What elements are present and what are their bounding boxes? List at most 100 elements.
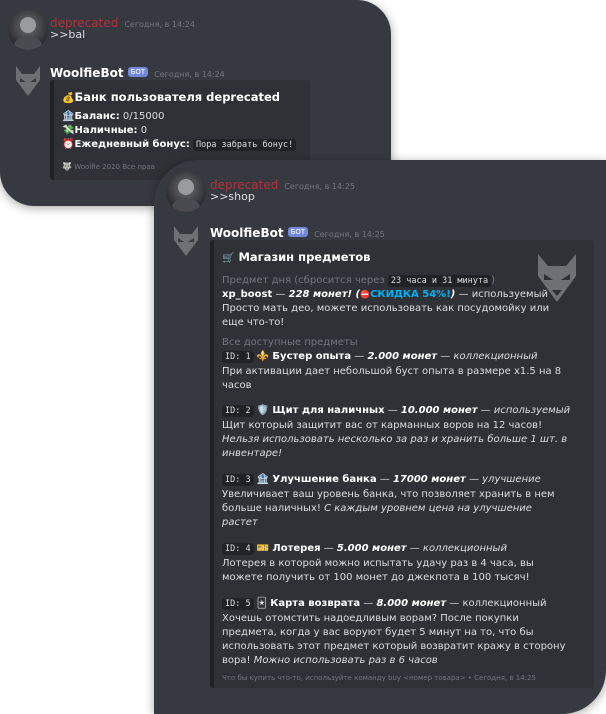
timestamp: Сегодня, в 14:25 (314, 230, 385, 239)
shop-item: ID: 1 ⚜️ Бустер опыта — 2.000 монет — ко… (222, 350, 537, 364)
item-id: ID: 1 (222, 351, 254, 363)
username[interactable]: WoolfieBot (210, 226, 284, 240)
user-avatar-icon (14, 17, 42, 50)
deal-timer: 23 часа и 31 минута (387, 275, 492, 287)
item-desc: Нельзя использовать несколько за раз и х… (222, 434, 568, 445)
cash-label: Наличные: (74, 125, 138, 136)
alarm-clock-icon: ⏰ (62, 139, 75, 150)
item-desc: часов (222, 380, 252, 391)
shop-item: ID: 3 🏦 Улучшение банка — 17000 монет — … (222, 473, 541, 487)
no-entry-icon: ⛔ (360, 290, 371, 299)
item-name: Лотерея (272, 543, 321, 554)
bonus-value: Пора забрать бонус! (192, 139, 297, 151)
shop-item: ID: 5 🃏 Карта возврата — 8.000 монет — к… (222, 597, 547, 611)
balance-line: 🏦Баланс: 0/15000 (62, 110, 164, 123)
shield-icon: 🛡️ (256, 405, 270, 416)
deal-header: Предмет дня (сбросится через 23 часа и 3… (222, 274, 495, 288)
item-desc: растет (222, 517, 258, 528)
deal-item: xp_boost (222, 289, 273, 300)
item-type: коллекционный (453, 351, 538, 362)
crown-icon: ⚜️ (256, 351, 270, 362)
item-desc-part: больше наличных! (222, 503, 321, 514)
cash-line: 💸Наличные: 0 (62, 124, 147, 137)
wolf-icon (16, 66, 40, 96)
item-type: улучшение (482, 474, 541, 485)
item-desc: можете получить от 100 монет до джекпота… (222, 572, 530, 583)
item-price: 2.000 монет (367, 351, 438, 362)
cash-value: 0 (140, 125, 148, 136)
item-price: 10.000 монет (400, 405, 478, 416)
embed-footer: 🐺 Woolfie 2020 Все прав (62, 162, 155, 172)
bonus-label: Ежедневный бонус: (74, 139, 190, 150)
user-avatar[interactable] (8, 10, 48, 50)
user-avatar[interactable] (166, 172, 206, 212)
deal-desc: еще что-то! (222, 317, 285, 328)
footer-text: Что бы купить что-то, используйте команд… (222, 674, 466, 682)
bot-avatar[interactable] (8, 60, 48, 100)
embed-title-text: Банк пользователя deprecated (74, 90, 281, 104)
item-type: коллекционный (462, 598, 547, 609)
shop-item: ID: 4 🎫 Лотерея — 5.000 монет — коллекци… (222, 542, 507, 556)
item-id: ID: 5 (222, 598, 254, 610)
deal-desc: Просто мать део, можете использовать как… (222, 303, 550, 314)
shop-item: ID: 2 🛡️ Щит для наличных — 10.000 монет… (222, 404, 570, 418)
embed-title: 💰Банк пользователя deprecated (62, 90, 280, 104)
embed-title-text: Магазин предметов (238, 250, 371, 264)
user-avatar-icon (172, 179, 200, 212)
ticket-icon: 🎫 (256, 543, 270, 554)
item-type: коллекционный (422, 543, 507, 554)
item-desc: Увеличивает ваш уровень банка, что позво… (222, 489, 555, 500)
item-price: 17000 монет (392, 474, 466, 485)
deal-sale: СКИДКА 54%! (370, 289, 451, 300)
item-name: Бустер опыта (272, 351, 352, 362)
timestamp: Сегодня, в 14:24 (124, 20, 195, 29)
item-desc: инвентаре! (222, 448, 283, 459)
item-desc: предмета, когда у вас воруют будет 5 мин… (222, 627, 534, 638)
all-items-label: Все доступные предметы (222, 337, 358, 348)
chat-card-shop: deprecated Сегодня, в 14:25 >>shop Woolfi… (154, 160, 606, 714)
deal-line: xp_boost — 228 монет! (⛔СКИДКА 54%!) — и… (222, 289, 548, 300)
bank-icon: 🏦 (62, 111, 75, 122)
item-desc: Хочешь отомстить надоедливым ворам? Посл… (222, 613, 519, 624)
username[interactable]: WoolfieBot (50, 66, 124, 80)
bot-badge: БОТ (127, 66, 149, 77)
item-desc: Щит который защитит вас от карманных вор… (222, 420, 543, 431)
wolf-icon (174, 226, 198, 256)
deal-close: ) (491, 275, 496, 286)
embed-title: 🛒 Магазин предметов (222, 250, 370, 264)
deal-price: 228 монет! ( (288, 289, 361, 300)
timestamp: Сегодня, в 14:24 (154, 70, 225, 79)
footer-time: Сегодня, в 14:25 (474, 674, 536, 682)
item-name: Карта возврата (270, 598, 361, 609)
item-name: Щит для наличных (272, 405, 385, 416)
item-type: используемый (493, 405, 571, 416)
message-header: WoolfieBot БОТ Сегодня, в 14:25 (210, 222, 385, 241)
wolf-icon: 🐺 (62, 162, 72, 171)
bot-avatar[interactable] (166, 220, 206, 260)
card-icon: 🃏 (256, 598, 268, 609)
embed-footer: Что бы купить что-то, используйте команд… (222, 674, 536, 682)
bot-badge: БОТ (287, 226, 309, 237)
message-text: >>bal (50, 28, 86, 41)
item-id: ID: 3 (222, 474, 254, 486)
item-desc-part: вора! (222, 655, 251, 666)
cash-icon: 💸 (62, 125, 75, 136)
timestamp: Сегодня, в 14:25 (284, 182, 355, 191)
bank-icon: 🏦 (256, 474, 270, 485)
item-desc: вора! Можно использовать раз в 6 часов (222, 654, 438, 667)
item-desc: Лотерея в которой можно испытать удачу р… (222, 558, 534, 569)
deal-price-close: ) (450, 289, 456, 300)
deal-label: Предмет дня (сбросится через (222, 275, 385, 286)
message-header: WoolfieBot БОТ Сегодня, в 14:24 (50, 62, 225, 81)
item-desc: использовать этот предмет который возвра… (222, 641, 566, 652)
balance-label: Баланс: (74, 111, 120, 122)
item-desc-part: Можно использовать раз в 6 часов (253, 655, 438, 666)
item-price: 8.000 монет (376, 598, 447, 609)
item-desc: больше наличных! С каждым уровнем цена н… (222, 502, 532, 515)
footer-text: Woolfie 2020 Все прав (74, 163, 155, 171)
item-id: ID: 2 (222, 405, 254, 417)
deal-type: — используемый (458, 289, 548, 300)
bonus-line: ⏰Ежедневный бонус: Пора забрать бонус! (62, 138, 297, 152)
item-desc: При активации дает небольшой буст опыта … (222, 366, 562, 377)
shopping-cart-icon: 🛒 (222, 253, 235, 264)
